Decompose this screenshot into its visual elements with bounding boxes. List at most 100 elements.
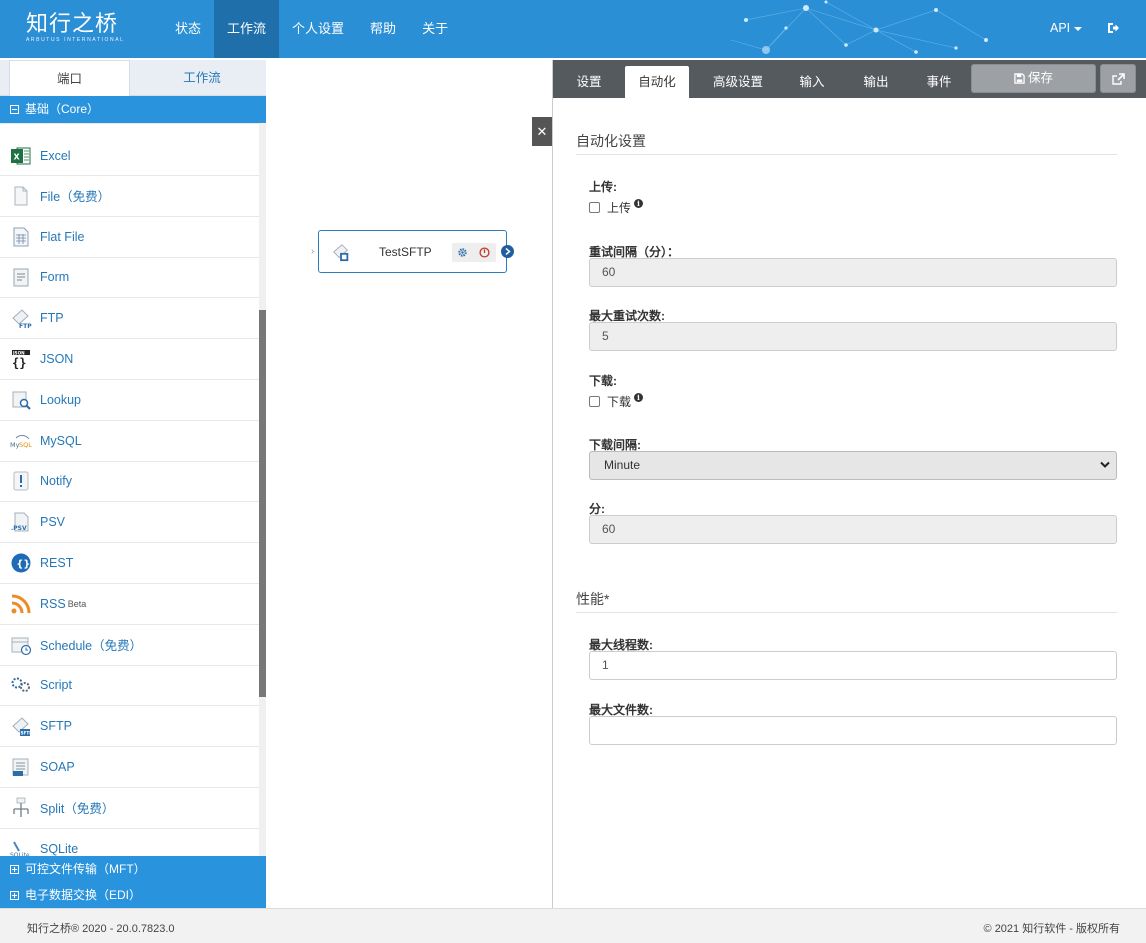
brand-name: 知行之桥	[26, 12, 119, 37]
notify-icon	[13, 471, 29, 491]
footer: 知行之桥® 2020 - 20.0.7823.0 © 2021 知行软件 - 版…	[0, 908, 1146, 943]
nav-about[interactable]: 关于	[409, 0, 461, 58]
port-list-scrollbar[interactable]	[259, 123, 266, 856]
logout-icon[interactable]	[1106, 21, 1120, 35]
external-link-icon	[1112, 73, 1125, 85]
nav-profile[interactable]: 个人设置	[279, 0, 357, 58]
port-item-lookup[interactable]: Lookup	[0, 380, 259, 421]
minutes-input[interactable]: 60	[589, 515, 1117, 544]
port-item-ftp[interactable]: FTP FTP	[0, 298, 259, 340]
nav-help[interactable]: 帮助	[357, 0, 409, 58]
category-edi-header[interactable]: 电子数据交换（EDI）	[0, 883, 266, 908]
download-interval-value: Minute	[604, 458, 641, 472]
port-item-schedule[interactable]: Schedule（免费）	[0, 625, 259, 666]
close-panel-button[interactable]: ✕	[532, 117, 552, 146]
sftp-icon	[333, 244, 349, 262]
svg-text:FTP: FTP	[19, 323, 32, 329]
tab-settings[interactable]: 设置	[564, 66, 614, 98]
download-checkbox[interactable]	[589, 396, 600, 407]
workflow-node-testsftp[interactable]: › TestSFTP	[311, 230, 514, 273]
footer-version: 知行之桥® 2020 - 20.0.7823.0	[27, 923, 175, 935]
port-item-soap[interactable]: SOAP	[0, 747, 259, 788]
port-item-rest[interactable]: {} REST	[0, 543, 259, 584]
nav-status[interactable]: 状态	[162, 0, 214, 58]
input-port-icon[interactable]: ›	[311, 246, 314, 257]
tab-input[interactable]: 输入	[789, 66, 835, 98]
port-item-rss[interactable]: RSS Beta	[0, 584, 259, 625]
port-item-flat-file[interactable]: Flat File	[0, 217, 259, 258]
api-dropdown[interactable]: API	[1050, 0, 1083, 57]
save-label: 保存	[1027, 71, 1053, 85]
tab-output[interactable]: 输出	[853, 66, 899, 98]
port-item-sftp[interactable]: SFTP SFTP	[0, 706, 259, 748]
nav-workflow[interactable]: 工作流	[214, 0, 280, 58]
category-mft-header[interactable]: 可控文件传输（MFT）	[0, 856, 266, 883]
download-interval-select[interactable]: Minute	[589, 451, 1117, 480]
port-item-split[interactable]: Split（免费）	[0, 788, 259, 829]
ftp-icon: FTP	[12, 309, 32, 329]
port-item-psv[interactable]: .PSV PSV	[0, 502, 259, 544]
port-label: Script	[40, 678, 72, 693]
svg-text:SQL: SQL	[19, 441, 32, 449]
footer-copyright: © 2021 知行软件 - 版权所有	[983, 923, 1120, 935]
svg-text:JSON: JSON	[12, 350, 25, 355]
upload-checkbox[interactable]	[589, 202, 600, 213]
download-label: 下载:	[589, 374, 617, 388]
brand-logo[interactable]: 知行之桥 ARBUTUS INTERNATIONAL	[26, 12, 125, 43]
max-retries-input[interactable]: 5	[589, 322, 1117, 351]
automation-section-title: 自动化设置	[576, 133, 646, 149]
save-button[interactable]: 保存	[971, 64, 1096, 93]
upload-label: 上传:	[589, 180, 617, 194]
output-port-icon[interactable]	[501, 245, 514, 258]
port-label: RSS	[40, 596, 66, 611]
lookup-icon	[12, 391, 31, 410]
tab-workflows[interactable]: 工作流	[138, 60, 266, 96]
port-item-mysql[interactable]: My SQL MySQL	[0, 421, 259, 462]
port-item-file[interactable]: File（免费）	[0, 176, 259, 217]
port-list: X Excel File（免费） Flat File Form FTP FTP …	[0, 123, 259, 856]
port-label: Form	[40, 270, 70, 285]
max-threads-input[interactable]: 1	[589, 651, 1117, 680]
category-edi-label: 电子数据交换（EDI）	[25, 888, 142, 902]
collapse-icon	[10, 105, 19, 114]
svg-text:X: X	[14, 152, 21, 161]
port-label: Split（免费）	[40, 802, 115, 817]
port-label: File（免费）	[40, 190, 111, 205]
tab-automation[interactable]: 自动化	[625, 66, 689, 98]
gear-icon[interactable]	[457, 247, 468, 258]
max-files-input[interactable]	[589, 716, 1117, 745]
port-label: SQLite	[40, 841, 79, 856]
open-external-button[interactable]	[1100, 64, 1136, 93]
category-core-label: 基础（Core）	[25, 102, 100, 116]
workflow-canvas[interactable]	[266, 60, 552, 908]
retry-interval-input[interactable]: 60	[589, 258, 1117, 287]
port-item-json[interactable]: JSON{} JSON	[0, 339, 259, 380]
port-label: Excel	[40, 148, 71, 163]
download-checkbox-label[interactable]: 下载	[607, 393, 631, 410]
left-panel-tabs: 端口 工作流	[0, 60, 266, 97]
info-icon[interactable]: i	[634, 199, 644, 208]
performance-section-title: 性能*	[576, 591, 610, 607]
rest-icon: {}	[11, 553, 31, 573]
soap-icon	[12, 758, 29, 777]
node-controls	[452, 243, 496, 262]
schedule-icon	[11, 637, 32, 655]
port-item-script[interactable]: Script	[0, 666, 259, 707]
upload-checkbox-label[interactable]: 上传	[607, 199, 631, 216]
port-item-notify[interactable]: Notify	[0, 462, 259, 503]
expand-icon	[10, 865, 19, 874]
caret-down-icon	[1074, 26, 1083, 31]
port-item-sqlite[interactable]: SQLite SQLite	[0, 829, 259, 856]
tab-ports[interactable]: 端口	[9, 60, 130, 97]
scrollbar-thumb[interactable]	[259, 310, 266, 697]
info-icon[interactable]: i	[634, 393, 644, 402]
split-icon	[13, 797, 29, 817]
tab-advanced[interactable]: 高级设置	[703, 66, 773, 98]
tab-events[interactable]: 事件	[916, 66, 962, 98]
main-nav: 状态 工作流 个人设置 帮助 关于	[162, 0, 461, 58]
upload-checkbox-row: 上传 i	[589, 199, 644, 216]
port-item-excel[interactable]: X Excel	[0, 123, 259, 176]
port-item-form[interactable]: Form	[0, 258, 259, 299]
power-icon[interactable]	[479, 247, 490, 258]
category-core-header[interactable]: 基础（Core）	[0, 96, 266, 123]
